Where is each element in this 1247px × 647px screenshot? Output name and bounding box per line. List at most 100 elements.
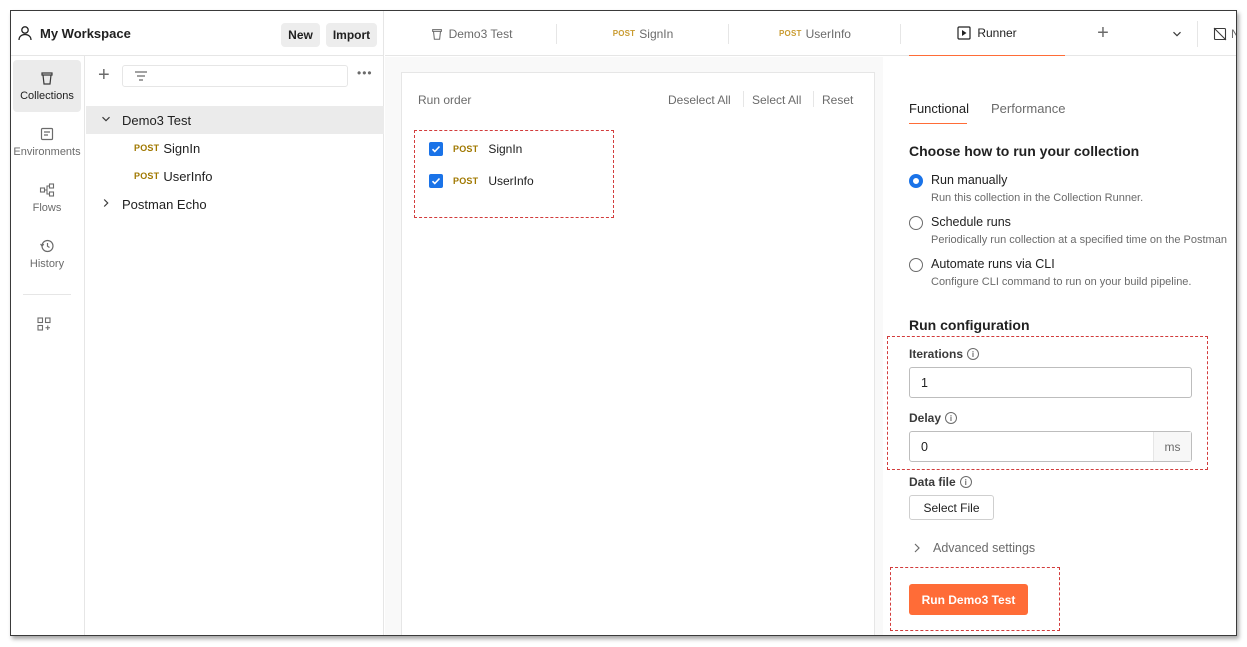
radio-automate-cli[interactable] xyxy=(909,258,923,272)
method-badge: POST xyxy=(612,29,636,38)
collections-sidebar: + ••• Demo3 Test POST SignIn POST UserIn… xyxy=(86,56,384,635)
no-environment-icon xyxy=(1213,27,1227,40)
tab-label: Demo3 Test xyxy=(448,26,513,41)
workspace-header: My Workspace New Import xyxy=(11,11,384,56)
new-tab-icon[interactable]: + xyxy=(1083,11,1123,56)
environment-label: N xyxy=(1231,27,1236,41)
run-order-panel: Run order Deselect All Select All Reset … xyxy=(401,72,875,635)
import-button[interactable]: Import xyxy=(326,23,377,47)
configure-workbench-icon[interactable] xyxy=(36,316,52,335)
method-badge: POST xyxy=(453,176,479,186)
info-icon[interactable]: i xyxy=(967,348,980,360)
runner-icon xyxy=(957,26,971,40)
tree-collection-demo3[interactable]: Demo3 Test xyxy=(86,106,384,134)
environments-icon xyxy=(40,127,54,141)
option-label[interactable]: Automate runs via CLI xyxy=(931,257,1055,271)
run-configuration-title: Run configuration xyxy=(909,317,1030,333)
tab-runner[interactable]: Runner xyxy=(909,11,1065,56)
rail-label-history: History xyxy=(29,258,65,270)
delay-label: Delay i xyxy=(909,411,958,425)
left-rail: Collections Environments Flows History xyxy=(11,56,85,635)
iterations-label: Iterations i xyxy=(909,347,980,361)
tree-collection-postman-echo[interactable]: Postman Echo xyxy=(86,190,384,218)
iterations-input[interactable]: 1 xyxy=(909,367,1192,398)
info-icon[interactable]: i xyxy=(945,412,958,424)
rail-item-flows[interactable]: Flows xyxy=(13,172,81,224)
collection-icon xyxy=(431,28,442,40)
chevron-right-icon[interactable] xyxy=(100,198,112,211)
tab-performance[interactable]: Performance xyxy=(991,101,1065,116)
option-description: Run this collection in the Collection Ru… xyxy=(931,192,1144,204)
request-name: UserInfo xyxy=(488,174,534,188)
filter-icon xyxy=(135,71,147,81)
no-environment-selector[interactable]: N xyxy=(1201,11,1236,56)
history-icon xyxy=(40,239,54,253)
method-badge: POST xyxy=(134,171,160,181)
option-label[interactable]: Schedule runs xyxy=(931,215,1011,229)
tab-demo3-test[interactable]: Demo3 Test xyxy=(385,11,557,56)
request-name: SignIn xyxy=(488,142,523,156)
sidebar-toolbar: + ••• xyxy=(86,56,384,96)
reset-button[interactable]: Reset xyxy=(822,93,853,107)
rail-divider xyxy=(23,294,71,295)
request-name: SignIn xyxy=(163,140,201,156)
info-icon[interactable]: i xyxy=(959,476,972,488)
tree-request-userinfo[interactable]: POST UserInfo xyxy=(86,162,384,190)
checkbox-checked[interactable] xyxy=(429,142,443,156)
active-tab-indicator xyxy=(909,123,967,124)
radio-run-manually[interactable] xyxy=(909,174,923,188)
delay-unit: ms xyxy=(1153,432,1191,461)
request-name: UserInfo xyxy=(163,168,213,184)
rail-item-history[interactable]: History xyxy=(13,228,81,280)
run-order-label: Run order xyxy=(418,93,472,107)
rail-item-collections[interactable]: Collections xyxy=(13,60,81,112)
workspace-title[interactable]: My Workspace xyxy=(40,26,131,41)
advanced-settings-toggle[interactable]: Advanced settings xyxy=(913,541,1035,555)
checkbox-checked[interactable] xyxy=(429,174,443,188)
option-description: Configure CLI command to run on your bui… xyxy=(931,276,1192,288)
radio-schedule-runs[interactable] xyxy=(909,216,923,230)
run-order-item-userinfo[interactable]: POST UserInfo xyxy=(429,172,534,190)
select-file-button[interactable]: Select File xyxy=(909,495,994,520)
option-label[interactable]: Run manually xyxy=(931,173,1007,187)
method-badge: POST xyxy=(453,144,479,154)
collections-icon xyxy=(41,72,53,85)
deselect-all-button[interactable]: Deselect All xyxy=(668,93,731,107)
tab-overflow-chevron-icon[interactable] xyxy=(1155,11,1199,56)
tab-bar: Demo3 Test POST SignIn POST UserInfo Run… xyxy=(385,11,1236,56)
data-file-label: Data file i xyxy=(909,475,972,489)
tab-label: UserInfo xyxy=(805,26,851,41)
tab-label: SignIn xyxy=(639,26,674,41)
option-description: Periodically run collection at a specifi… xyxy=(931,234,1227,246)
new-button[interactable]: New xyxy=(281,23,320,47)
user-icon xyxy=(17,25,33,44)
collection-name: Demo3 Test xyxy=(122,112,192,128)
filter-input[interactable] xyxy=(122,65,348,87)
tree-request-signin[interactable]: POST SignIn xyxy=(86,134,384,162)
method-badge: POST xyxy=(134,143,160,153)
runner-main: Run order Deselect All Select All Reset … xyxy=(385,57,1236,635)
run-collection-button[interactable]: Run Demo3 Test xyxy=(909,584,1028,615)
tab-signin[interactable]: POST SignIn xyxy=(557,11,729,56)
run-config-panel: Functional Performance Choose how to run… xyxy=(883,57,1236,635)
tab-label: Runner xyxy=(977,26,1017,40)
run-order-item-signin[interactable]: POST SignIn xyxy=(429,140,522,158)
rail-label-environments: Environments xyxy=(13,146,81,158)
choose-run-title: Choose how to run your collection xyxy=(909,143,1140,159)
rail-item-environments[interactable]: Environments xyxy=(13,116,81,168)
rail-label-flows: Flows xyxy=(32,202,62,214)
select-all-button[interactable]: Select All xyxy=(752,93,801,107)
add-icon[interactable]: + xyxy=(98,65,110,85)
tab-functional[interactable]: Functional xyxy=(909,101,969,116)
tab-userinfo[interactable]: POST UserInfo xyxy=(729,11,901,56)
method-badge: POST xyxy=(779,29,802,38)
chevron-down-icon[interactable] xyxy=(100,114,112,127)
delay-input[interactable]: 0 ms xyxy=(909,431,1192,462)
more-options-icon[interactable]: ••• xyxy=(357,66,373,80)
flows-icon xyxy=(39,183,55,197)
postman-window: My Workspace New Import Collections Envi… xyxy=(10,10,1237,636)
check-icon xyxy=(431,177,441,185)
rail-label-collections: Collections xyxy=(20,90,74,102)
collection-name: Postman Echo xyxy=(122,196,207,212)
check-icon xyxy=(431,145,441,153)
